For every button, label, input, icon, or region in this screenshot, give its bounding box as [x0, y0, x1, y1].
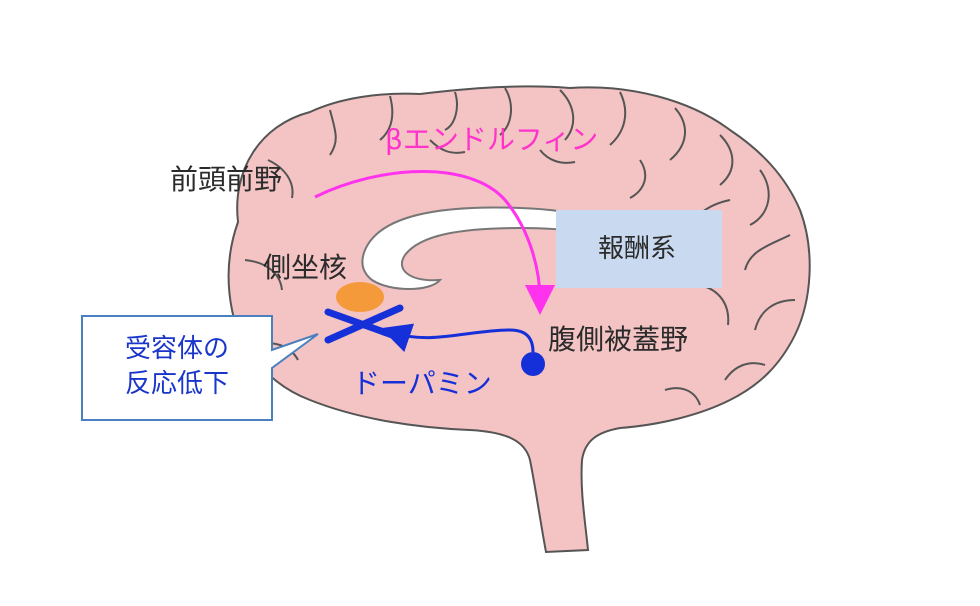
callout-text: 受容体の 反応低下	[92, 332, 262, 402]
callout-line-2: 反応低下	[124, 369, 229, 400]
brain-diagram: 前頭前野 側坐核 腹側被蓋野 報酬系 βエンドルフィン ドーパミン 受容体の 反…	[0, 0, 980, 606]
label-nucleus-accumbens: 側坐核	[263, 251, 348, 284]
label-reward-system: 報酬系	[598, 234, 677, 264]
accumbens-oval	[336, 282, 384, 312]
label-dopamine: ドーパミン	[352, 367, 492, 400]
brain-outline	[227, 85, 811, 554]
label-beta-endorphin: βエンドルフィン	[385, 123, 599, 156]
callout-line-1: 受容体の	[124, 334, 229, 364]
label-prefrontal-cortex: 前頭前野	[170, 163, 283, 196]
vta-dot	[521, 352, 545, 376]
brain-svg	[81, 85, 811, 554]
label-ventral-tegmental-area: 腹側被蓋野	[548, 323, 689, 356]
